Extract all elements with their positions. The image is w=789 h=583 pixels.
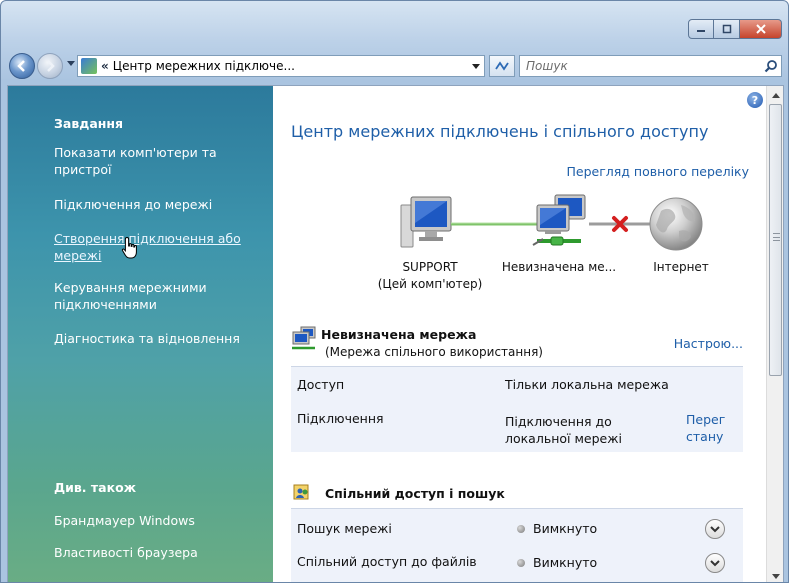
view-status-link-line1[interactable]: Перег: [686, 411, 746, 428]
scrollbar-thumb[interactable]: [769, 104, 782, 376]
internet-globe-icon[interactable]: [647, 195, 705, 253]
refresh-button[interactable]: [489, 55, 515, 77]
hand-cursor-icon: [121, 236, 137, 259]
vertical-scrollbar[interactable]: [766, 86, 783, 582]
network-name: Невизначена мережа: [321, 327, 477, 342]
back-button[interactable]: [9, 53, 35, 79]
connection-line: [451, 222, 541, 226]
sharing-title: Спільний доступ і пошук: [325, 486, 505, 501]
scroll-up-button[interactable]: [767, 86, 783, 103]
chevron-down-icon: [710, 526, 720, 533]
file-sharing-expand-button[interactable]: [705, 553, 725, 573]
help-button[interactable]: ?: [747, 92, 763, 108]
minimize-button[interactable]: [688, 19, 714, 39]
close-icon: [755, 24, 766, 34]
this-computer-icon[interactable]: [399, 195, 453, 251]
file-sharing-label: Спільний доступ до файлів: [297, 554, 477, 569]
network-type: (Мережа спільного використання): [325, 345, 543, 359]
page-title: Центр мережних підключень і спільного до…: [291, 122, 709, 141]
scroll-down-button[interactable]: [767, 568, 783, 582]
network-discovery-status-text: Вимкнуто: [533, 521, 598, 536]
sharing-table: Пошук мережі Вимкнуто Спільний доступ до…: [291, 508, 743, 582]
address-bar[interactable]: « Центр мережних підключе...: [77, 55, 485, 77]
task-connect-to-network[interactable]: Підключення до мережі: [54, 196, 260, 213]
computer-note-label: (Цей комп'ютер): [377, 277, 483, 291]
arrow-right-icon: [47, 60, 55, 72]
network-label: Невизначена ме...: [501, 260, 617, 274]
network-icon[interactable]: [531, 193, 591, 253]
help-icon: ?: [751, 93, 759, 107]
arrow-left-icon: [17, 60, 25, 72]
scrollbar-grip: [773, 233, 780, 241]
network-small-icon: [292, 326, 316, 350]
connection-value-line2: локальної мережі: [505, 431, 622, 446]
file-sharing-status-text: Вимкнуто: [533, 555, 598, 570]
access-value: Тільки локальна мережа: [505, 377, 669, 392]
network-center-icon: [81, 58, 97, 74]
close-button[interactable]: [740, 19, 782, 39]
network-discovery-status: Вимкнуто: [517, 521, 597, 536]
task-pane: Завдання Показати комп'ютери та пристрої…: [8, 86, 273, 582]
client-area: Завдання Показати комп'ютери та пристрої…: [7, 85, 784, 582]
network-properties-table: Доступ Тільки локальна мережа Підключенн…: [291, 366, 743, 452]
chevron-down-icon: [710, 560, 720, 567]
network-discovery-expand-button[interactable]: [705, 519, 725, 539]
connection-value-line1: Підключення до: [505, 414, 612, 429]
status-off-icon: [517, 524, 525, 533]
access-label: Доступ: [297, 377, 345, 392]
maximize-button[interactable]: [714, 19, 740, 39]
scroll-down-icon: [771, 573, 780, 579]
task-diagnose-repair[interactable]: Діагностика та відновлення: [54, 330, 260, 347]
link-windows-firewall[interactable]: Брандмауер Windows: [54, 512, 260, 529]
task-view-computers-devices[interactable]: Показати комп'ютери та пристрої: [54, 144, 260, 178]
connection-label: Підключення: [297, 411, 384, 426]
address-chevron[interactable]: «: [101, 59, 109, 73]
see-also-heading: Див. також: [54, 480, 137, 495]
network-header: Невизначена мережа (Мережа спільного вик…: [291, 324, 767, 364]
caption-buttons: [688, 19, 782, 39]
sharing-icon: [293, 484, 309, 500]
internet-label: Інтернет: [653, 260, 709, 274]
search-icon: [764, 60, 777, 73]
tasks-heading: Завдання: [54, 116, 124, 131]
sharing-header: Спільний доступ і пошук: [291, 480, 751, 504]
status-off-icon: [517, 558, 525, 567]
navigation-bar: « Центр мережних підключе... Пошук: [7, 51, 784, 81]
search-input[interactable]: Пошук: [526, 59, 761, 73]
file-sharing-status: Вимкнуто: [517, 555, 597, 570]
history-dropdown-icon[interactable]: [67, 61, 75, 66]
link-internet-options[interactable]: Властивості браузера: [54, 544, 260, 561]
refresh-icon: [495, 61, 509, 71]
disconnected-x-icon: [612, 216, 628, 232]
maximize-icon: [722, 24, 731, 34]
forward-button[interactable]: [37, 53, 63, 79]
address-dropdown-icon[interactable]: [468, 64, 484, 69]
customize-link[interactable]: Настрою...: [674, 336, 743, 351]
task-set-up-connection[interactable]: Створення підключення або мережі: [54, 230, 260, 264]
search-button[interactable]: [761, 59, 781, 73]
network-discovery-label: Пошук мережі: [297, 521, 392, 536]
main-content: ? Центр мережних підключень і спільного …: [273, 86, 767, 582]
view-full-map-link[interactable]: Перегляд повного переліку: [566, 164, 749, 179]
explorer-window: « Центр мережних підключе... Пошук Завда…: [0, 0, 789, 583]
task-manage-network-connections[interactable]: Керування мережними підключеннями: [54, 279, 260, 313]
address-text[interactable]: Центр мережних підключе...: [113, 59, 468, 73]
view-status-link-line2[interactable]: стану: [686, 428, 746, 445]
network-map: SUPPORT (Цей комп'ютер) Невизначена ме..…: [333, 191, 753, 321]
computer-name-label: SUPPORT: [402, 260, 458, 274]
minimize-icon: [697, 30, 705, 32]
scroll-up-icon: [771, 92, 780, 98]
search-box[interactable]: Пошук: [519, 55, 782, 77]
